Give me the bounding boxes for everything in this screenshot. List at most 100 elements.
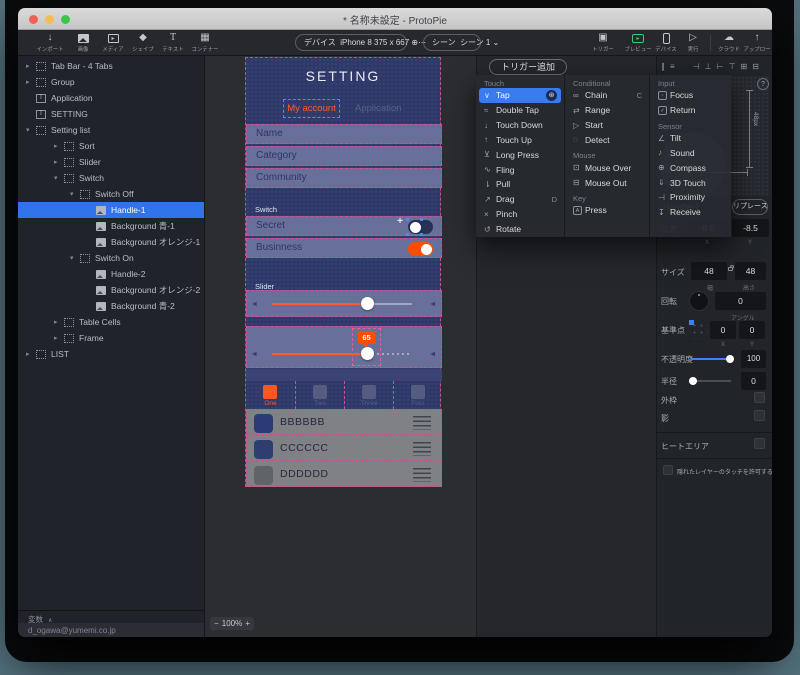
menu-item-pinch[interactable]: × Pinch [476,207,564,222]
radius-slider[interactable] [689,377,731,385]
chevron-right-icon[interactable]: ▸ [26,62,36,70]
tabbar-item-four[interactable]: Four [393,381,442,409]
menu-item-touch-up[interactable]: ↑ Touch Up [476,133,564,148]
slider-handle[interactable] [361,297,374,310]
field-row-name[interactable]: Name [246,124,442,144]
replace-button[interactable]: リプレース [732,199,768,215]
chevron-down-icon[interactable]: ▾ [54,174,64,182]
layer-row-tabbar[interactable]: ▸ Tab Bar - 4 Tabs [18,58,204,74]
anchor-x-field[interactable]: 0 [710,321,736,339]
rotation-field[interactable]: 0 [715,292,766,310]
drag-handle-icon[interactable] [413,468,431,482]
shape-tool-button[interactable]: ◆ シェイプ [128,32,158,53]
layer-row-switch-off[interactable]: ▾ Switch Off [18,186,204,202]
media-tool-button[interactable]: ▸ メディア [98,32,128,53]
menu-item-rotate[interactable]: ↺ Rotate [476,222,564,237]
layer-row-switch[interactable]: ▾ Switch [18,170,204,186]
switch-handle[interactable] [409,221,421,233]
toggle-switch-off[interactable] [406,218,433,236]
menu-item-fling[interactable]: ∿ Fling [476,162,564,177]
chevron-right-icon[interactable]: ▸ [54,318,64,326]
menu-item-press[interactable]: A Press [565,203,649,218]
toggle-switch-on[interactable] [408,242,433,256]
menu-item-pull[interactable]: ⇂ Pull [476,177,564,192]
opacity-slider[interactable] [691,355,734,363]
upload-button[interactable]: ↑ アップロード [742,32,773,53]
border-checkbox[interactable] [754,392,765,403]
layer-row-setting[interactable]: T SETTING [18,106,204,122]
slider-row-2[interactable]: 65 ◀ ◀ [246,326,442,368]
menu-item-tilt[interactable]: ∠ Tilt [650,131,731,146]
chevron-right-icon[interactable]: ▸ [26,350,36,358]
zoom-in-button[interactable]: + [245,619,250,628]
chevron-down-icon[interactable]: ▾ [70,190,80,198]
menu-item-compass[interactable]: ⊕ Compass [650,160,731,175]
layer-row-list[interactable]: ▸ LIST [18,346,204,362]
cloud-button[interactable]: ☁ クラウド [714,32,744,53]
lock-ratio-icon[interactable] [728,265,734,271]
layer-row-application[interactable]: T Application [18,90,204,106]
menu-item-focus[interactable]: ◦ Focus [650,88,731,103]
help-icon[interactable]: ? [757,78,769,90]
layer-row-background-orange-1[interactable]: Background オレンジ-1 [18,234,204,250]
tab-my-account[interactable]: My account [283,99,340,118]
menu-item-chain[interactable]: ∞ Chain C [565,88,649,103]
layer-row-frame[interactable]: ▸ Frame [18,330,204,346]
menu-item-mouse-over[interactable]: ⊡ Mouse Over [565,160,649,175]
layer-row-slider[interactable]: ▸ Slider [18,154,204,170]
radius-field[interactable]: 0 [741,372,766,390]
layer-row-handle-2[interactable]: Handle-2 [18,266,204,282]
drag-handle-icon[interactable] [413,416,431,430]
anchor-grid[interactable] [689,320,708,339]
menu-item-receive[interactable]: ↧ Receive [650,205,731,220]
menu-item-range[interactable]: ⇄ Range [565,103,649,118]
field-row-category[interactable]: Category [246,146,442,166]
radius-slider-handle[interactable] [689,377,697,385]
layer-row-handle-1[interactable]: Handle-1 [18,202,204,218]
menu-item-proximity[interactable]: ⊣ Proximity [650,190,731,205]
distribute-horizontal-icon[interactable]: ∥ [661,62,665,71]
layer-row-sort[interactable]: ▸ Sort [18,138,204,154]
rotation-dial[interactable] [689,291,709,311]
chevron-right-icon[interactable]: ▸ [26,78,36,86]
menu-item-tap[interactable]: ∨ Tap ⊛ [479,88,561,103]
align-bottom-icon[interactable]: ⊟ [752,62,759,71]
menu-item-detect[interactable]: ◌ Detect [565,133,649,148]
container-tool-button[interactable]: ▦ コンテナー [190,32,220,53]
menu-item-mouse-out[interactable]: ⊟ Mouse Out [565,175,649,190]
anchor-y-field[interactable]: 0 [739,321,765,339]
drag-handle-icon[interactable] [413,442,431,456]
menu-item-start[interactable]: ▷ Start [565,118,649,133]
align-top-icon[interactable]: ⊤ [729,62,736,71]
height-field[interactable]: 48 [735,262,766,280]
tabbar-item-two[interactable]: Two [295,381,344,409]
run-button[interactable]: ▷ 実行 [678,32,708,53]
variables-section-header[interactable]: 変数 ∧ [18,610,204,624]
menu-item-sound[interactable]: ♪ Sound [650,146,731,161]
device-selector[interactable]: デバイス iPhone 8 375 x 667 ⊕⋯ [295,34,426,51]
align-middle-icon[interactable]: ⊞ [741,62,748,71]
chevron-right-icon[interactable]: ▸ [54,142,64,150]
tabbar-item-one[interactable]: One [246,381,295,409]
chevron-down-icon[interactable]: ▾ [26,126,36,134]
zoom-out-button[interactable]: − [214,619,219,628]
menu-item-long-press[interactable]: ⊻ Long Press [476,147,564,162]
tab-application[interactable]: Application [355,99,401,118]
text-tool-button[interactable]: T テキスト [158,32,188,53]
layer-row-background-orange-2[interactable]: Background オレンジ-2 [18,282,204,298]
align-left-icon[interactable]: ⊣ [693,62,700,71]
align-center-icon[interactable]: ⊥ [705,62,712,71]
slider-track[interactable] [272,353,412,355]
canvas[interactable]: SETTING My account Application Name Cate… [205,56,476,637]
trigger-button[interactable]: ▣ トリガー [588,32,618,53]
chevron-right-icon[interactable]: ▸ [54,334,64,342]
field-row-community[interactable]: Community [246,168,442,188]
layer-row-switch-on[interactable]: ▾ Switch On [18,250,204,266]
menu-item-touch-down[interactable]: ↓ Touch Down [476,118,564,133]
scene-selector[interactable]: シーン シーン 1 ⌄ [423,34,499,51]
chevron-right-icon[interactable]: ▸ [54,158,64,166]
layer-row-background-blue-1[interactable]: Background 青-1 [18,218,204,234]
list-item[interactable]: BBBBBB [246,409,442,435]
opacity-field[interactable]: 100 [741,350,766,368]
switch-row-secret[interactable]: Secret + [246,216,442,236]
